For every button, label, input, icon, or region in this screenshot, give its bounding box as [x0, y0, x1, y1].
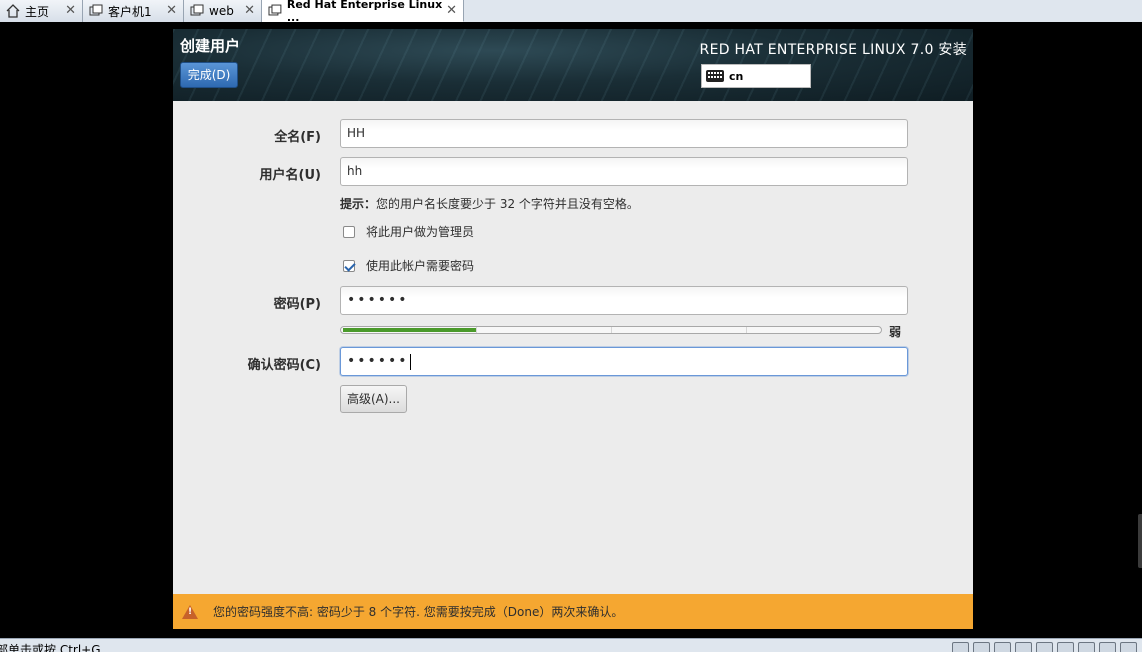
- strength-fill: [343, 328, 477, 332]
- home-icon: [6, 4, 20, 18]
- strength-divider: [476, 327, 477, 333]
- vm-icon: [268, 4, 282, 15]
- strength-divider: [746, 327, 747, 333]
- text-cursor: [409, 353, 411, 370]
- warning-icon: [182, 604, 198, 619]
- require-password-checkbox[interactable]: [343, 259, 355, 272]
- tab-rhel[interactable]: Red Hat Enterprise Linux ... ✕: [262, 0, 464, 24]
- hint-text: 您的用户名长度要少于 32 个字符并且没有空格。: [376, 197, 639, 211]
- keyboard-icon: [706, 70, 724, 82]
- vm-tab-bar: 主页 ✕ 客户机1 ✕ web ✕ Red Hat Enterprise Lin…: [0, 0, 1142, 24]
- hint-prefix: 提示：: [340, 197, 377, 211]
- fullname-field[interactable]: HH: [340, 119, 908, 148]
- admin-checkbox-label: 将此用户做为管理员: [366, 225, 475, 239]
- password-mask: ••••••: [347, 292, 409, 308]
- watermark-logo: ▔▔▔▔▔: [734, 0, 814, 12]
- warning-text: 您的密码强度不高: 密码少于 8 个字符. 您需要按完成（Done）两次来确认。: [213, 605, 624, 619]
- device-icon[interactable]: [1099, 642, 1116, 652]
- tab-label: Red Hat Enterprise Linux ...: [286, 0, 443, 24]
- done-button[interactable]: 完成(D): [180, 62, 238, 88]
- network-icon[interactable]: [994, 642, 1011, 652]
- password-label: 密码(P): [273, 297, 321, 312]
- vm-icon: [89, 4, 103, 16]
- vm-icon: [190, 4, 204, 16]
- tab-label: web: [209, 4, 234, 18]
- tab-web[interactable]: web ✕: [184, 0, 262, 22]
- fullname-label: 全名(F): [274, 130, 321, 145]
- advanced-button[interactable]: 高级(A)...: [340, 385, 407, 413]
- tab-home[interactable]: 主页 ✕: [0, 0, 83, 22]
- cdrom-icon[interactable]: [973, 642, 990, 652]
- username-label: 用户名(U): [259, 168, 321, 183]
- disk-icon[interactable]: [952, 642, 969, 652]
- require-password-row[interactable]: 使用此帐户需要密码: [343, 257, 474, 274]
- keyboard-layout-label: cn: [729, 69, 744, 83]
- page-title: 创建用户: [180, 37, 241, 55]
- admin-checkbox-row[interactable]: 将此用户做为管理员: [343, 223, 474, 240]
- close-icon[interactable]: ✕: [166, 3, 177, 18]
- password-field[interactable]: ••••••: [340, 286, 908, 315]
- strength-label: 弱: [889, 325, 902, 339]
- password-strength-bar: [340, 326, 882, 334]
- confirm-password-mask: ••••••: [347, 353, 409, 369]
- confirm-password-label: 确认密码(C): [247, 358, 321, 373]
- vm-status-bar: 部单击或按 Ctrl+G: [0, 638, 1142, 652]
- side-scroll-handle[interactable]: [1138, 514, 1142, 568]
- message-icon[interactable]: [1120, 642, 1137, 652]
- installer-window: 创建用户 完成(D) RED HAT ENTERPRISE LINUX 7.0 …: [173, 29, 973, 629]
- keyboard-layout-indicator[interactable]: cn: [701, 64, 811, 88]
- close-icon[interactable]: ✕: [244, 3, 255, 18]
- strength-divider: [611, 327, 612, 333]
- username-field[interactable]: hh: [340, 157, 908, 186]
- tab-label: 客户机1: [108, 4, 152, 19]
- tab-client1[interactable]: 客户机1 ✕: [83, 0, 184, 22]
- installer-header: 创建用户 完成(D) RED HAT ENTERPRISE LINUX 7.0 …: [173, 29, 973, 101]
- require-password-label: 使用此帐户需要密码: [366, 259, 475, 273]
- tab-label: 主页: [25, 4, 50, 19]
- usb-icon[interactable]: [1015, 642, 1032, 652]
- sound-icon[interactable]: [1057, 642, 1074, 652]
- product-title: RED HAT ENTERPRISE LINUX 7.0 安装: [699, 42, 967, 58]
- confirm-password-field[interactable]: ••••••: [340, 347, 908, 376]
- close-icon[interactable]: ✕: [446, 3, 457, 18]
- close-icon[interactable]: ✕: [65, 3, 76, 18]
- status-text: 部单击或按 Ctrl+G: [0, 643, 101, 652]
- device-icon[interactable]: [1078, 642, 1095, 652]
- tab-bar-filler: ▔▔▔▔▔: [464, 0, 1142, 22]
- status-icons: [952, 642, 1137, 652]
- warning-bar[interactable]: 您的密码强度不高: 密码少于 8 个字符. 您需要按完成（Done）两次来确认。: [173, 594, 973, 629]
- printer-icon[interactable]: [1036, 642, 1053, 652]
- username-hint: 提示：您的用户名长度要少于 32 个字符并且没有空格。: [340, 195, 639, 212]
- admin-checkbox[interactable]: [343, 225, 355, 238]
